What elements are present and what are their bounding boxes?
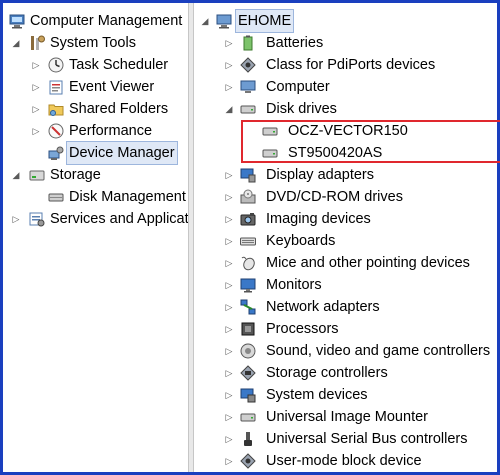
expand-arrow-icon[interactable]: ▷ (224, 384, 234, 406)
expand-arrow-icon[interactable]: ▷ (224, 76, 234, 98)
system-tools-icon (29, 35, 45, 51)
tree-item-system-tools[interactable]: ◢ System Tools (3, 32, 188, 54)
tree-item-device-manager[interactable]: Device Manager (3, 141, 188, 165)
expand-arrow-icon[interactable]: ▷ (224, 406, 234, 428)
device-category-label: Universal Serial Bus controllers (266, 431, 468, 447)
device-category-label: Computer (266, 79, 330, 95)
device-category-label: Disk drives (266, 101, 337, 117)
device-category-label: Class for PdiPorts devices (266, 57, 436, 73)
tree-item-storage[interactable]: ◢ Storage (3, 164, 188, 186)
tree-item-label: Task Scheduler (69, 57, 169, 73)
expand-arrow-icon[interactable]: ▷ (31, 54, 41, 76)
collapse-arrow-icon[interactable]: ◢ (224, 98, 234, 120)
tree-item-label: Event Viewer (69, 79, 155, 95)
expand-arrow-icon[interactable]: ▷ (224, 296, 234, 318)
expand-arrow-icon[interactable]: ▷ (224, 340, 234, 362)
expand-arrow-icon[interactable]: ▷ (224, 54, 234, 76)
console-tree-pane: Computer Management ◢ System Tools ▷ Tas… (3, 3, 188, 472)
device-category-label: Sound, video and game controllers (266, 343, 491, 359)
device-category-label: Imaging devices (266, 211, 371, 227)
keyboard-icon (240, 233, 256, 249)
expand-arrow-icon[interactable]: ▷ (11, 208, 21, 230)
tree-item-label: Performance (69, 123, 153, 139)
tree-item-label: Device Manager (66, 141, 178, 165)
services-icon (29, 211, 45, 227)
device-category-label: User-mode block device (266, 453, 422, 469)
tree-item-label: System Tools (50, 35, 136, 51)
shared-folder-icon (48, 101, 64, 117)
block-device-icon (240, 453, 256, 469)
computer-name-label: EHOME (234, 9, 295, 33)
expand-arrow-icon[interactable]: ▷ (224, 186, 234, 208)
tree-item-services-applications[interactable]: ▷ Services and Applications (3, 208, 188, 230)
performance-icon (48, 123, 64, 139)
disk-drives-highlight-box (241, 120, 500, 163)
mouse-icon (240, 255, 256, 271)
storage-icon (29, 167, 45, 183)
clock-icon (48, 57, 64, 73)
expand-arrow-icon[interactable]: ▷ (224, 32, 234, 54)
device-tree-pane: ◢ EHOME ▷ Batteries ▷ Class for PdiPorts… (194, 3, 497, 472)
expand-arrow-icon[interactable]: ▷ (31, 120, 41, 142)
expand-arrow-icon[interactable]: ▷ (224, 318, 234, 340)
device-category-label: Monitors (266, 277, 322, 293)
device-category-label: Processors (266, 321, 339, 337)
tree-item-shared-folders[interactable]: ▷ Shared Folders (3, 98, 188, 120)
expand-arrow-icon[interactable]: ▷ (224, 230, 234, 252)
tree-item-label: Disk Management (69, 189, 186, 205)
usb-icon (240, 431, 256, 447)
monitor-icon (240, 79, 256, 95)
expand-arrow-icon[interactable]: ▷ (224, 208, 234, 230)
disk-management-icon (48, 189, 64, 205)
tree-item-computer-management[interactable]: Computer Management (3, 10, 188, 32)
pdiports-icon (240, 57, 256, 73)
device-category-label: Universal Image Mounter (266, 409, 428, 425)
computer-icon (216, 13, 232, 29)
network-adapter-icon (240, 299, 256, 315)
tree-item-task-scheduler[interactable]: ▷ Task Scheduler (3, 54, 188, 76)
device-category-label: Keyboards (266, 233, 336, 249)
expand-arrow-icon[interactable]: ▷ (31, 76, 41, 98)
device-category-label: Storage controllers (266, 365, 388, 381)
device-category-label: System devices (266, 387, 368, 403)
monitor-icon (240, 277, 256, 293)
expand-arrow-icon[interactable]: ▷ (31, 98, 41, 120)
speaker-icon (240, 343, 256, 359)
tree-item-label: Computer Management (30, 13, 183, 29)
battery-icon (240, 35, 256, 51)
collapse-arrow-icon[interactable]: ◢ (11, 164, 21, 186)
tree-item-label: Services and Applications (50, 211, 188, 227)
tree-item-label: Shared Folders (69, 101, 169, 117)
device-category-label: Display adapters (266, 167, 374, 183)
computer-management-window: Computer Management ◢ System Tools ▷ Tas… (0, 0, 500, 475)
computer-management-icon (9, 13, 25, 29)
disk-drive-icon (240, 101, 256, 117)
camera-icon (240, 211, 256, 227)
tree-item-label: Storage (50, 167, 101, 183)
storage-controller-icon (240, 365, 256, 381)
processor-icon (240, 321, 256, 337)
device-category-label: Network adapters (266, 299, 380, 315)
device-category-label: DVD/CD-ROM drives (266, 189, 403, 205)
tree-item-performance[interactable]: ▷ Performance (3, 120, 188, 142)
display-adapter-icon (240, 167, 256, 183)
tree-item-disk-management[interactable]: Disk Management (3, 186, 188, 208)
dvd-drive-icon (240, 189, 256, 205)
system-device-icon (240, 387, 256, 403)
device-manager-icon (48, 145, 64, 161)
image-mounter-icon (240, 409, 256, 425)
expand-arrow-icon[interactable]: ▷ (224, 252, 234, 274)
event-viewer-icon (48, 79, 64, 95)
device-category-label: Batteries (266, 35, 324, 51)
device-category-label: Mice and other pointing devices (266, 255, 470, 271)
expand-arrow-icon[interactable]: ▷ (224, 428, 234, 450)
expand-arrow-icon[interactable]: ▷ (224, 362, 234, 384)
collapse-arrow-icon[interactable]: ◢ (11, 32, 21, 54)
expand-arrow-icon[interactable]: ▷ (224, 450, 234, 472)
expand-arrow-icon[interactable]: ▷ (224, 274, 234, 296)
expand-arrow-icon[interactable]: ▷ (224, 164, 234, 186)
tree-item-event-viewer[interactable]: ▷ Event Viewer (3, 76, 188, 98)
collapse-arrow-icon[interactable]: ◢ (200, 10, 210, 32)
